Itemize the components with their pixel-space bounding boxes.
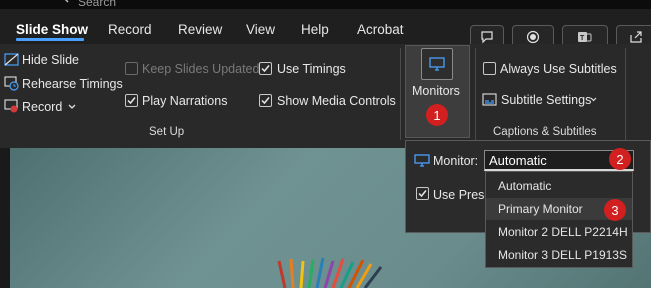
search-box-text[interactable]: Search — [78, 0, 116, 9]
captions-group-label: Captions & Subtitles — [493, 126, 597, 138]
monitor-select-value: Automatic — [489, 153, 547, 168]
comment-icon — [480, 30, 494, 44]
show-media-controls-checkbox[interactable] — [259, 94, 272, 107]
use-timings-checkbox[interactable] — [259, 62, 272, 75]
rehearse-timings-icon — [4, 76, 19, 91]
play-narrations-label: Play Narrations — [142, 94, 228, 108]
tab-help[interactable]: Help — [301, 22, 329, 37]
tab-slide-show[interactable]: Slide Show — [16, 22, 88, 37]
hide-slide-button[interactable]: Hide Slide — [22, 53, 79, 67]
subtitle-settings-button[interactable]: Subtitle Settings — [501, 93, 591, 107]
chevron-right-icon — [62, 0, 72, 7]
tab-record[interactable]: Record — [108, 22, 152, 37]
teams-icon: T — [577, 30, 593, 44]
keep-slides-updated-checkbox — [125, 62, 138, 75]
tab-view[interactable]: View — [246, 22, 275, 37]
chevron-down-icon — [68, 104, 76, 110]
svg-text:T: T — [580, 35, 585, 42]
show-media-controls-label: Show Media Controls — [277, 94, 396, 108]
chevron-down-icon — [590, 97, 597, 102]
step-badge-2: 2 — [609, 148, 631, 170]
slide-left-edge — [0, 148, 10, 288]
step-badge-1: 1 — [426, 104, 448, 126]
active-tab-indicator — [16, 38, 84, 41]
setup-group-label: Set Up — [149, 126, 185, 138]
monitors-label: Monitors — [412, 84, 460, 98]
play-narrations-checkbox[interactable] — [125, 94, 138, 107]
share-icon — [629, 30, 643, 44]
use-presenter-view-checkbox[interactable] — [416, 187, 429, 200]
tab-acrobat[interactable]: Acrobat — [357, 22, 404, 37]
record-dropdown-button[interactable]: Record — [22, 100, 62, 114]
record-icon — [526, 30, 540, 44]
dropdown-option[interactable]: Monitor 3 DELL P1913S — [486, 244, 632, 266]
slide-image-pencils — [265, 255, 395, 288]
rehearse-timings-button[interactable]: Rehearse Timings — [22, 77, 123, 91]
use-timings-label: Use Timings — [277, 62, 346, 76]
monitor-icon — [414, 154, 430, 167]
subtitle-settings-icon — [482, 93, 497, 107]
always-use-subtitles-label: Always Use Subtitles — [500, 62, 617, 76]
monitor-icon — [421, 48, 453, 80]
step-badge-3: 3 — [604, 199, 626, 221]
hide-slide-icon — [4, 52, 19, 67]
use-presenter-view-label: Use Prese — [433, 188, 492, 202]
group-separator — [475, 48, 476, 140]
dropdown-option[interactable]: Automatic — [486, 175, 632, 197]
group-separator — [400, 48, 401, 140]
ribbon-tab-bar: Slide Show Record Review View Help Acrob… — [0, 9, 651, 49]
dropdown-option[interactable]: Monitor 2 DELL P2214H — [486, 221, 632, 243]
keep-slides-updated-label: Keep Slides Updated — [142, 62, 260, 76]
monitor-label: Monitor: — [433, 154, 479, 168]
record-slideshow-icon — [4, 99, 19, 114]
tab-review[interactable]: Review — [178, 22, 222, 37]
always-use-subtitles-checkbox[interactable] — [483, 62, 496, 75]
group-separator — [625, 48, 626, 140]
